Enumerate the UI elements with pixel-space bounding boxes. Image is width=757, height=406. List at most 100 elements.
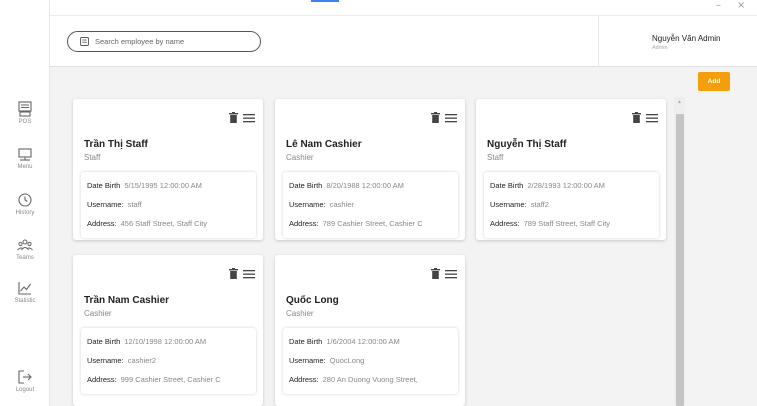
date-birth-label: Date Birth [289,337,323,346]
header-divider [598,16,599,67]
sidebar-item-label: POS [18,119,32,125]
date-birth-row: Date Birth 2/28/1993 12:00:00 AM [490,181,605,190]
scrollbar[interactable]: ▲ [674,97,685,406]
username-label: Username: [490,200,527,209]
date-birth-label: Date Birth [87,337,121,346]
card-menu-button[interactable] [243,266,255,284]
username-row: Username: cashier2 [87,356,156,365]
date-birth-value: 5/15/1995 12:00:00 AM [124,181,202,190]
date-birth-row: Date Birth 5/15/1995 12:00:00 AM [87,181,202,190]
teams-icon [17,239,33,251]
employee-details: Date Birth 5/15/1995 12:00:00 AM Username… [81,172,256,238]
employee-grid: Trần Thị Staff Staff Date Birth 5/15/1995… [70,97,686,406]
trash-icon [431,268,440,279]
sidebar-item-label: History [15,210,35,216]
employee-name: Lê Nam Cashier [286,139,362,150]
date-birth-value: 12/10/1998 12:00:00 AM [124,337,207,346]
employee-role: Cashier [286,309,314,318]
close-button[interactable]: × [737,0,745,11]
search-icon [80,37,89,46]
search-input[interactable] [95,37,245,46]
date-birth-label: Date Birth [87,181,121,190]
trash-icon [431,112,440,123]
address-label: Address: [289,375,319,384]
scroll-up-arrow[interactable]: ▲ [676,99,683,106]
sidebar-item-pos[interactable]: POS [0,101,50,125]
address-row: Address: 789 Cashier Street, Cashier C [289,219,423,228]
address-label: Address: [87,219,117,228]
employee-role: Staff [487,153,504,162]
logout-icon [18,370,32,384]
employee-details: Date Birth 1/6/2004 12:00:00 AM Username:… [283,328,458,394]
employee-name: Trần Thị Staff [84,139,148,150]
sidebar-item-statistic[interactable]: Statistic [0,280,50,304]
username-value: staff [127,200,142,209]
user-name: Nguyễn Văn Admin [652,34,721,43]
employee-name: Quốc Long [286,295,339,306]
address-row: Address: 456 Staff Street, Staff City [87,219,207,228]
card-menu-button[interactable] [243,110,255,128]
scrollbar-thumb[interactable] [676,114,684,406]
sidebar-item-logout[interactable]: Logout [0,369,50,393]
username-value: staff2 [530,200,549,209]
username-value: cashier2 [127,356,157,365]
address-label: Address: [490,219,520,228]
sidebar-item-label: Menu [17,164,33,170]
card-menu-button[interactable] [445,110,457,128]
address-row: Address: 999 Cashier Street, Cashier C [87,375,221,384]
hamburger-icon [243,114,255,123]
employee-card: Trần Nam Cashier Cashier Date Birth 12/10… [73,255,263,406]
username-row: Username: QuocLong [289,356,364,365]
user-role: Admin [652,45,668,51]
employee-role: Cashier [84,309,112,318]
delete-button[interactable] [632,110,641,128]
sidebar-item-teams[interactable]: Teams [0,237,50,261]
delete-button[interactable] [431,110,440,128]
trash-icon [229,112,238,123]
sidebar-item-history[interactable]: History [0,192,50,216]
date-birth-label: Date Birth [289,181,323,190]
card-menu-button[interactable] [445,266,457,284]
username-row: Username: staff2 [490,200,549,209]
address-label: Address: [289,219,319,228]
title-bar: – × [50,0,757,15]
address-row: Address: 280 An Duong Vuong Street, [289,375,418,384]
username-label: Username: [87,200,124,209]
minimize-button[interactable]: – [716,0,721,11]
add-employee-button[interactable]: Add [698,72,730,91]
statistic-icon [18,282,31,295]
hamburger-icon [646,114,658,123]
delete-button[interactable] [431,266,440,284]
address-value: 999 Cashier Street, Cashier C [120,375,221,384]
search-box[interactable] [67,31,261,52]
employee-details: Date Birth 8/20/1988 12:00:00 AM Username… [283,172,458,238]
sidebar-item-menu[interactable]: Menu [0,146,50,170]
date-birth-row: Date Birth 1/6/2004 12:00:00 AM [289,337,400,346]
username-value: QuocLong [329,356,365,365]
delete-button[interactable] [229,110,238,128]
delete-button[interactable] [229,266,238,284]
address-label: Address: [87,375,117,384]
employee-details: Date Birth 12/10/1998 12:00:00 AM Usernam… [81,328,256,394]
username-label: Username: [289,356,326,365]
employee-name: Nguyễn Thị Staff [487,139,567,150]
address-row: Address: 789 Staff Street, Staff City [490,219,610,228]
trash-icon [229,268,238,279]
card-menu-button[interactable] [646,110,658,128]
hamburger-icon [445,270,457,279]
sidebar: POS Menu History Teams Statistic Logout [0,0,50,406]
address-value: 456 Staff Street, Staff City [120,219,208,228]
address-value: 280 An Duong Vuong Street, [322,375,418,384]
employee-details: Date Birth 2/28/1993 12:00:00 AM Username… [484,172,659,238]
date-birth-label: Date Birth [490,181,524,190]
address-value: 789 Cashier Street, Cashier C [322,219,423,228]
menu-icon [18,148,32,161]
header: Nguyễn Văn Admin Admin [50,15,757,67]
trash-icon [632,112,641,123]
sidebar-item-label: Statistic [14,298,36,304]
date-birth-value: 8/20/1988 12:00:00 AM [326,181,404,190]
date-birth-row: Date Birth 8/20/1988 12:00:00 AM [289,181,404,190]
employee-card: Lê Nam Cashier Cashier Date Birth 8/20/19… [275,99,465,240]
hamburger-icon [243,270,255,279]
pos-icon [18,101,32,117]
